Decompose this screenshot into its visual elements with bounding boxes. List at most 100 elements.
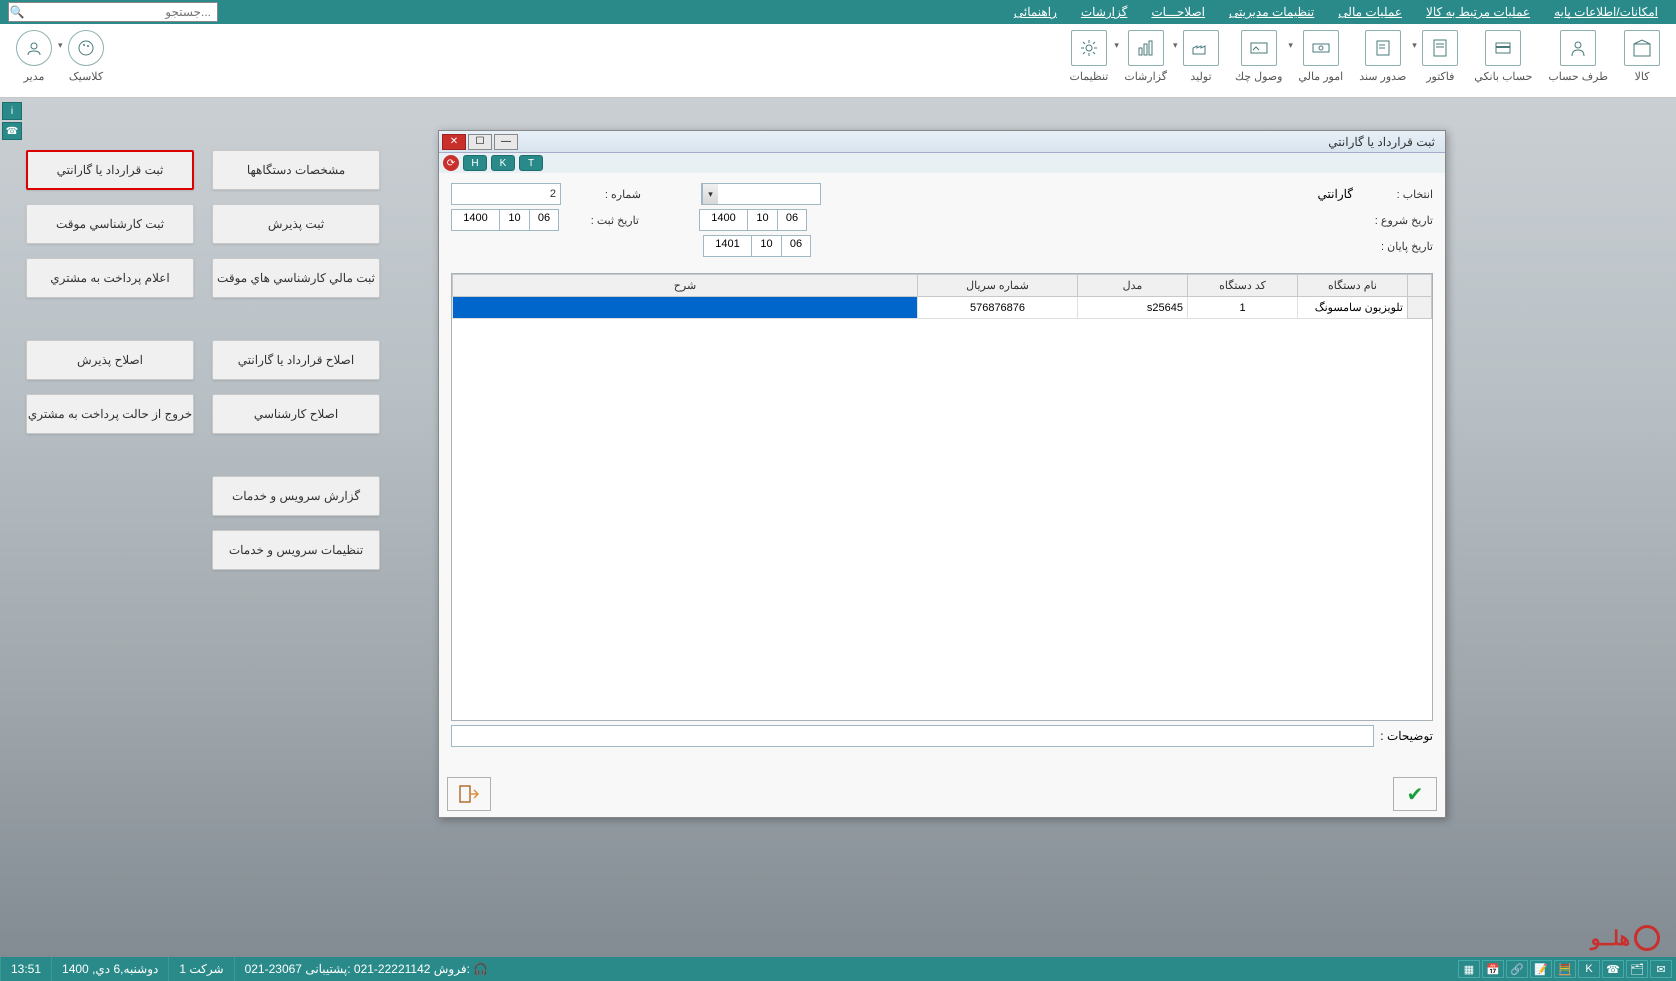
reg-date-label: تاريخ ثبت : [569, 214, 639, 227]
number-field[interactable] [451, 183, 561, 205]
logo-text: هلــو [1591, 926, 1630, 951]
side-register-temp-expert-fin[interactable]: ثبت مالي کارشناسي هاي موقت [212, 258, 380, 298]
reg-date-field[interactable]: 06 10 1400 [451, 209, 559, 231]
contact-icon[interactable]: ☎ [2, 122, 22, 140]
k-icon[interactable]: K [1578, 960, 1600, 978]
side-service-settings[interactable]: تنظيمات سرويس و خدمات [212, 530, 380, 570]
ribbon-finance-ops[interactable]: ▾ امور مالي [1298, 28, 1343, 83]
menu-item-mgmt[interactable]: تنظیمات مدیریتی [1219, 2, 1324, 22]
col-model[interactable]: مدل [1078, 275, 1188, 297]
msg-icon[interactable]: ✉ [1650, 960, 1672, 978]
headset-icon: 🎧 [473, 962, 488, 976]
side-edit-expertise[interactable]: اصلاح کارشناسي [212, 394, 380, 434]
ribbon-goods[interactable]: کالا [1624, 28, 1660, 83]
contract-dialog: ✕ ☐ — ثبت قرارداد يا گارانتي ⟳ H K T انت… [438, 130, 1446, 818]
exit-button[interactable] [447, 777, 491, 811]
cell-desc[interactable] [453, 297, 918, 319]
col-desc[interactable]: شرح [453, 275, 918, 297]
start-date-label: تاريخ شروع : [1363, 214, 1433, 227]
desc-label: توضيحات : [1380, 729, 1433, 743]
info-icon[interactable]: i [2, 102, 22, 120]
money-icon [1303, 30, 1339, 66]
status-time: 13:51 [0, 957, 51, 981]
chart-icon [1128, 30, 1164, 66]
ribbon-production[interactable]: ▾ توليد [1183, 28, 1219, 83]
menu-item-goods[interactable]: عملیات مرتبط به کالا [1416, 2, 1540, 22]
cell-code[interactable]: 1 [1188, 297, 1298, 319]
row-header-col [1408, 275, 1432, 297]
minimize-button[interactable]: — [494, 134, 518, 150]
chevron-down-icon: ▾ [1114, 40, 1119, 51]
search-icon: 🔍 [9, 5, 25, 19]
status-bar: 13:51 دوشنبه,6 دي, 1400 شرکت 1 021-23067… [0, 957, 1676, 981]
devices-grid[interactable]: نام دستگاه کد دستگاه مدل شماره سريال شرح… [451, 273, 1433, 721]
person-icon [1560, 30, 1596, 66]
tab-k[interactable]: K [491, 155, 515, 171]
dialog-toolbar: ⟳ H K T [439, 153, 1445, 173]
gear-icon [1071, 30, 1107, 66]
chevron-down-icon: ▾ [1288, 40, 1293, 51]
phone-icon[interactable]: ☎ [1602, 960, 1624, 978]
menu-item-corrections[interactable]: اصلاحـــات [1141, 2, 1215, 22]
menu-item-reports[interactable]: گزارشات [1071, 2, 1137, 22]
search-box[interactable]: 🔍 [8, 2, 218, 22]
tab-h[interactable]: H [463, 155, 487, 171]
select-label: انتخاب : [1363, 188, 1433, 201]
start-date-field[interactable]: 06 10 1400 [699, 209, 807, 231]
grid-icon[interactable]: ▦ [1458, 960, 1480, 978]
close-button[interactable]: ✕ [442, 134, 466, 150]
status-date: دوشنبه,6 دي, 1400 [51, 957, 168, 981]
ribbon-bank[interactable]: حساب بانکي [1474, 28, 1532, 83]
col-device-name[interactable]: نام دستگاه [1298, 275, 1408, 297]
search-input[interactable] [25, 5, 217, 19]
cell-model[interactable]: s25645 [1078, 297, 1188, 319]
chevron-down-icon: ▾ [702, 184, 718, 204]
maximize-button[interactable]: ☐ [468, 134, 492, 150]
side-edit-contract[interactable]: اصلاح قرارداد يا گارانتي [212, 340, 380, 380]
end-date-field[interactable]: 06 10 1401 [703, 235, 811, 257]
side-exit-payment[interactable]: خروج از حالت پرداخت به مشتري [26, 394, 194, 434]
side-service-report[interactable]: گزارش سرويس و خدمات [212, 476, 380, 516]
cell-name[interactable]: تلويزيون سامسونگ [1298, 297, 1408, 319]
ribbon-voucher[interactable]: صدور سند [1359, 28, 1406, 83]
ribbon-cheque[interactable]: وصول چك [1235, 28, 1282, 83]
user-icon [16, 30, 52, 66]
invoice-icon [1422, 30, 1458, 66]
menu-item-base[interactable]: امکانات/اطلاعات پایه [1544, 2, 1668, 22]
dialog-title: ثبت قرارداد يا گارانتي [1320, 135, 1443, 149]
side-register-temp-expertise[interactable]: ثبت کارشناسي موقت [26, 204, 194, 244]
box-icon [1624, 30, 1660, 66]
ribbon-invoice[interactable]: ▾ فاکتور [1422, 28, 1458, 83]
tab-t[interactable]: T [519, 155, 543, 171]
link-icon[interactable]: 🔗 [1506, 960, 1528, 978]
record-icon[interactable]: ⟳ [443, 155, 459, 171]
ribbon-theme[interactable]: ▾ کلاسیک [68, 28, 104, 83]
ribbon-settings[interactable]: تنظيمات [1070, 28, 1109, 83]
calendar-icon[interactable]: 📅 [1482, 960, 1504, 978]
table-row[interactable]: تلويزيون سامسونگ 1 s25645 576876876 [453, 297, 1432, 319]
description-row: توضيحات : [451, 725, 1433, 747]
cell-serial[interactable]: 576876876 [918, 297, 1078, 319]
dialog-titlebar: ✕ ☐ — ثبت قرارداد يا گارانتي [439, 131, 1445, 153]
chevron-down-icon: ▾ [1412, 40, 1417, 51]
card-icon[interactable]: 🗂 [1626, 960, 1648, 978]
type-dropdown[interactable]: ▾ [701, 183, 821, 205]
confirm-button[interactable]: ✔ [1393, 777, 1437, 811]
col-serial[interactable]: شماره سريال [918, 275, 1078, 297]
side-edit-admission[interactable]: اصلاح پذيرش [26, 340, 194, 380]
menu-item-help[interactable]: راهنمائی [1004, 2, 1067, 22]
note-icon[interactable]: 📝 [1530, 960, 1552, 978]
chevron-down-icon: ▾ [1173, 40, 1178, 51]
status-company: شرکت 1 [168, 957, 233, 981]
ribbon-reports[interactable]: ▾ گزارشات [1124, 28, 1167, 83]
side-register-contract[interactable]: ثبت قرارداد يا گارانتي [26, 150, 194, 190]
calc-icon[interactable]: 🧮 [1554, 960, 1576, 978]
ribbon-account-party[interactable]: طرف حساب [1548, 28, 1608, 83]
ribbon-user[interactable]: مدیر [16, 28, 52, 83]
side-register-admission[interactable]: ثبت پذيرش [212, 204, 380, 244]
menu-item-finance[interactable]: عملیات مالی [1328, 2, 1412, 22]
desc-field[interactable] [451, 725, 1374, 747]
side-devices[interactable]: مشخصات دستگاهها [212, 150, 380, 190]
col-device-code[interactable]: کد دستگاه [1188, 275, 1298, 297]
side-announce-payment[interactable]: اعلام پرداخت به مشتري [26, 258, 194, 298]
